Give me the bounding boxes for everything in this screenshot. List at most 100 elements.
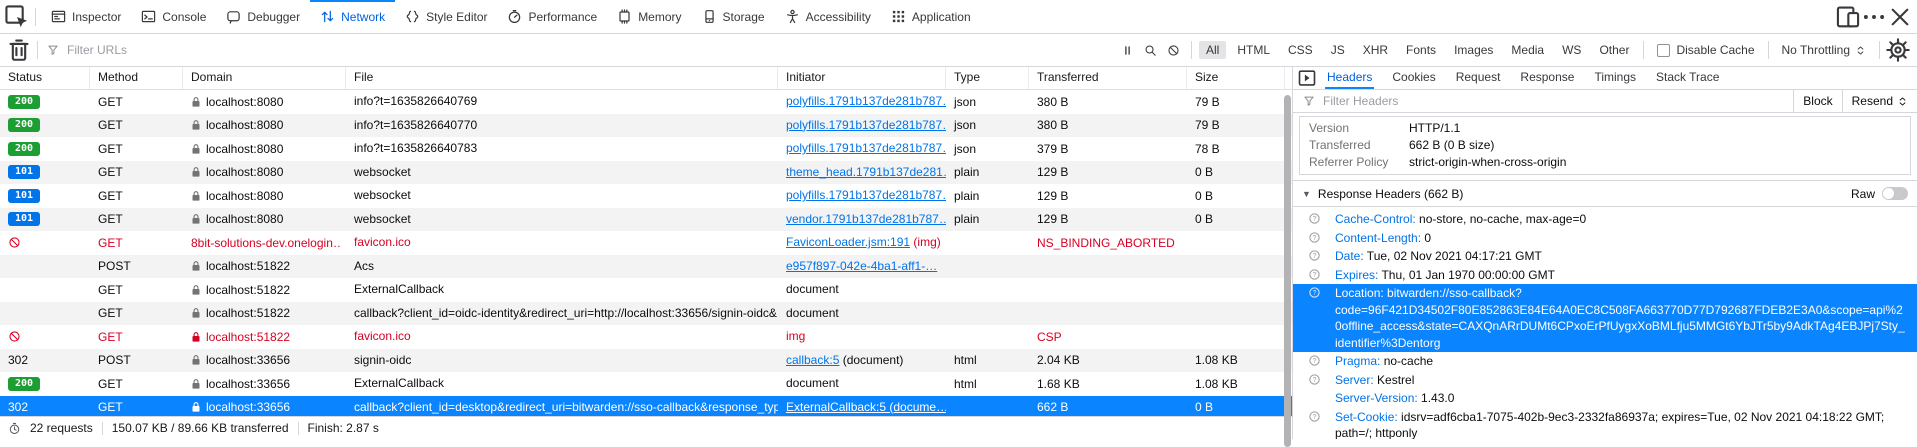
type-cell: json [946,114,1029,138]
disable-cache-toggle[interactable]: Disable Cache [1657,43,1754,57]
resend-button[interactable]: Resend [1842,90,1917,112]
raw-toggle[interactable] [1882,187,1908,200]
lock-icon [191,331,201,343]
file-cell: ExternalCallback [346,372,778,396]
network-request-row[interactable]: GETlocalhost:51822callback?client_id=oid… [0,302,1292,326]
initiator-link[interactable]: ExternalCallback:5 (docume… [786,400,946,414]
question-circle-icon[interactable]: ? [1308,268,1321,281]
initiator-link[interactable]: polyfills.1791b137de281b787… [786,94,946,108]
question-circle-icon[interactable]: ? [1308,354,1321,367]
column-header-file[interactable]: File [346,67,778,89]
response-header-server-version[interactable]: Server-Version: 1.43.0 [1293,389,1917,408]
network-request-row[interactable]: GET8bit-solutions-dev.onelogin….favicon.… [0,231,1292,255]
initiator-link[interactable]: theme_head.1791b137de281… [786,165,946,179]
column-header-transferred[interactable]: Transferred [1029,67,1187,89]
vertical-scrollbar[interactable] [1284,95,1291,447]
tab-style-editor[interactable]: Style Editor [395,0,497,33]
meatball-menu-icon[interactable] [1861,4,1887,30]
network-request-row[interactable]: 200GETlocalhost:33656ExternalCallbackdoc… [0,372,1292,396]
search-icon[interactable] [1144,44,1157,57]
filter-headers-input[interactable] [1321,93,1665,109]
details-tab-cookies[interactable]: Cookies [1382,67,1445,89]
network-request-row[interactable]: POSTlocalhost:51822Acse957f897-042e-4ba1… [0,255,1292,279]
network-request-row[interactable]: GETlocalhost:51822ExternalCallbackdocume… [0,278,1292,302]
question-circle-icon[interactable]: ? [1308,373,1321,386]
tab-storage[interactable]: Storage [692,0,775,33]
network-request-row[interactable]: 200GETlocalhost:8080info?t=1635826640783… [0,137,1292,161]
tab-memory[interactable]: Memory [607,0,691,33]
initiator-link[interactable]: e957f897-042e-4ba1-aff1-… [786,259,937,273]
network-request-row[interactable]: 200GETlocalhost:8080info?t=1635826640769… [0,90,1292,114]
network-request-row[interactable]: 101GETlocalhost:8080websocketpolyfills.1… [0,184,1292,208]
block-icon[interactable] [1167,44,1180,57]
response-header-pragma[interactable]: ?Pragma: no-cache [1293,352,1917,371]
type-filter-ws[interactable]: WS [1555,41,1588,59]
initiator-link[interactable]: FaviconLoader.jsm:191 [786,235,910,249]
tab-accessibility[interactable]: Accessibility [775,0,881,33]
question-circle-icon[interactable]: ? [1308,286,1321,299]
column-header-method[interactable]: Method [90,67,183,89]
initiator-link[interactable]: polyfills.1791b137de281b787… [786,118,946,132]
network-request-row[interactable]: 200GETlocalhost:8080info?t=1635826640770… [0,114,1292,138]
response-headers-section-header[interactable]: ▼ Response Headers (662 B) Raw [1293,180,1917,207]
close-icon[interactable] [1887,4,1913,30]
filter-urls-input[interactable] [65,42,929,58]
response-header-location[interactable]: ?Location: bitwarden://sso-callback?code… [1293,284,1917,352]
network-request-row[interactable]: 302POSTlocalhost:33656signin-oidccallbac… [0,349,1292,373]
response-header-server[interactable]: ?Server: Kestrel [1293,371,1917,390]
tab-debugger[interactable]: Debugger [216,0,310,33]
expand-pane-icon[interactable] [1297,68,1317,88]
tab-console[interactable]: Console [131,0,216,33]
response-header-cache-control[interactable]: ?Cache-Control: no-store, no-cache, max-… [1293,210,1917,229]
question-circle-icon[interactable]: ? [1308,212,1321,225]
initiator-link[interactable]: polyfills.1791b137de281b787… [786,188,946,202]
throttling-dropdown[interactable]: No Throttling [1782,43,1866,57]
details-tab-stack-trace[interactable]: Stack Trace [1646,67,1729,89]
lock-icon [191,401,201,413]
type-filter-css[interactable]: CSS [1281,41,1320,59]
network-request-row[interactable]: 101GETlocalhost:8080websockettheme_head.… [0,161,1292,185]
initiator-link[interactable]: callback:5 [786,353,839,367]
tab-inspector[interactable]: Inspector [41,0,131,33]
response-header-expires[interactable]: ?Expires: Thu, 01 Jan 1970 00:00:00 GMT [1293,266,1917,285]
block-button[interactable]: Block [1793,90,1841,112]
type-filter-media[interactable]: Media [1504,41,1551,59]
split-panes-icon[interactable] [1835,4,1861,30]
gear-icon[interactable] [1885,37,1911,63]
network-request-row[interactable]: 302GETlocalhost:33656callback?client_id=… [0,396,1292,417]
filter-urls-field[interactable] [47,42,929,58]
details-tab-response[interactable]: Response [1510,67,1584,89]
pick-element-icon[interactable] [4,4,30,30]
column-header-type[interactable]: Type [946,67,1029,89]
details-tab-headers[interactable]: Headers [1317,67,1382,89]
question-circle-icon[interactable]: ? [1308,410,1321,423]
type-filter-images[interactable]: Images [1447,41,1500,59]
column-header-domain[interactable]: Domain [183,67,346,89]
question-circle-icon[interactable]: ? [1308,231,1321,244]
trash-icon[interactable] [6,37,32,63]
question-circle-icon[interactable]: ? [1308,249,1321,262]
column-header-size[interactable]: Size [1187,67,1285,89]
tab-performance[interactable]: Performance [497,0,607,33]
type-filter-xhr[interactable]: XHR [1356,41,1395,59]
network-request-row[interactable]: 101GETlocalhost:8080websocketvendor.1791… [0,208,1292,232]
column-header-initiator[interactable]: Initiator [778,67,946,89]
tab-network[interactable]: Network [310,0,395,33]
response-header-content-length[interactable]: ?Content-Length: 0 [1293,229,1917,248]
initiator-link[interactable]: vendor.1791b137de281b787… [786,212,946,226]
tab-application[interactable]: Application [881,0,981,33]
details-tab-request[interactable]: Request [1446,67,1511,89]
type-filter-other[interactable]: Other [1592,41,1636,59]
type-filter-fonts[interactable]: Fonts [1399,41,1443,59]
pause-icon[interactable] [1121,44,1134,57]
column-header-status[interactable]: Status [0,67,90,89]
network-request-row[interactable]: GETlocalhost:51822favicon.icoimgCSP [0,325,1292,349]
details-tab-timings[interactable]: Timings [1584,67,1646,89]
response-header-date[interactable]: ?Date: Tue, 02 Nov 2021 04:17:21 GMT [1293,247,1917,266]
type-filter-all[interactable]: All [1199,41,1226,59]
response-header-set-cookie[interactable]: ?Set-Cookie: idsrv=adf6cba1-7075-402b-9e… [1293,408,1917,440]
type-filter-js[interactable]: JS [1324,41,1352,59]
disable-cache-checkbox[interactable] [1657,44,1670,57]
type-filter-html[interactable]: HTML [1230,41,1277,59]
initiator-link[interactable]: polyfills.1791b137de281b787… [786,141,946,155]
